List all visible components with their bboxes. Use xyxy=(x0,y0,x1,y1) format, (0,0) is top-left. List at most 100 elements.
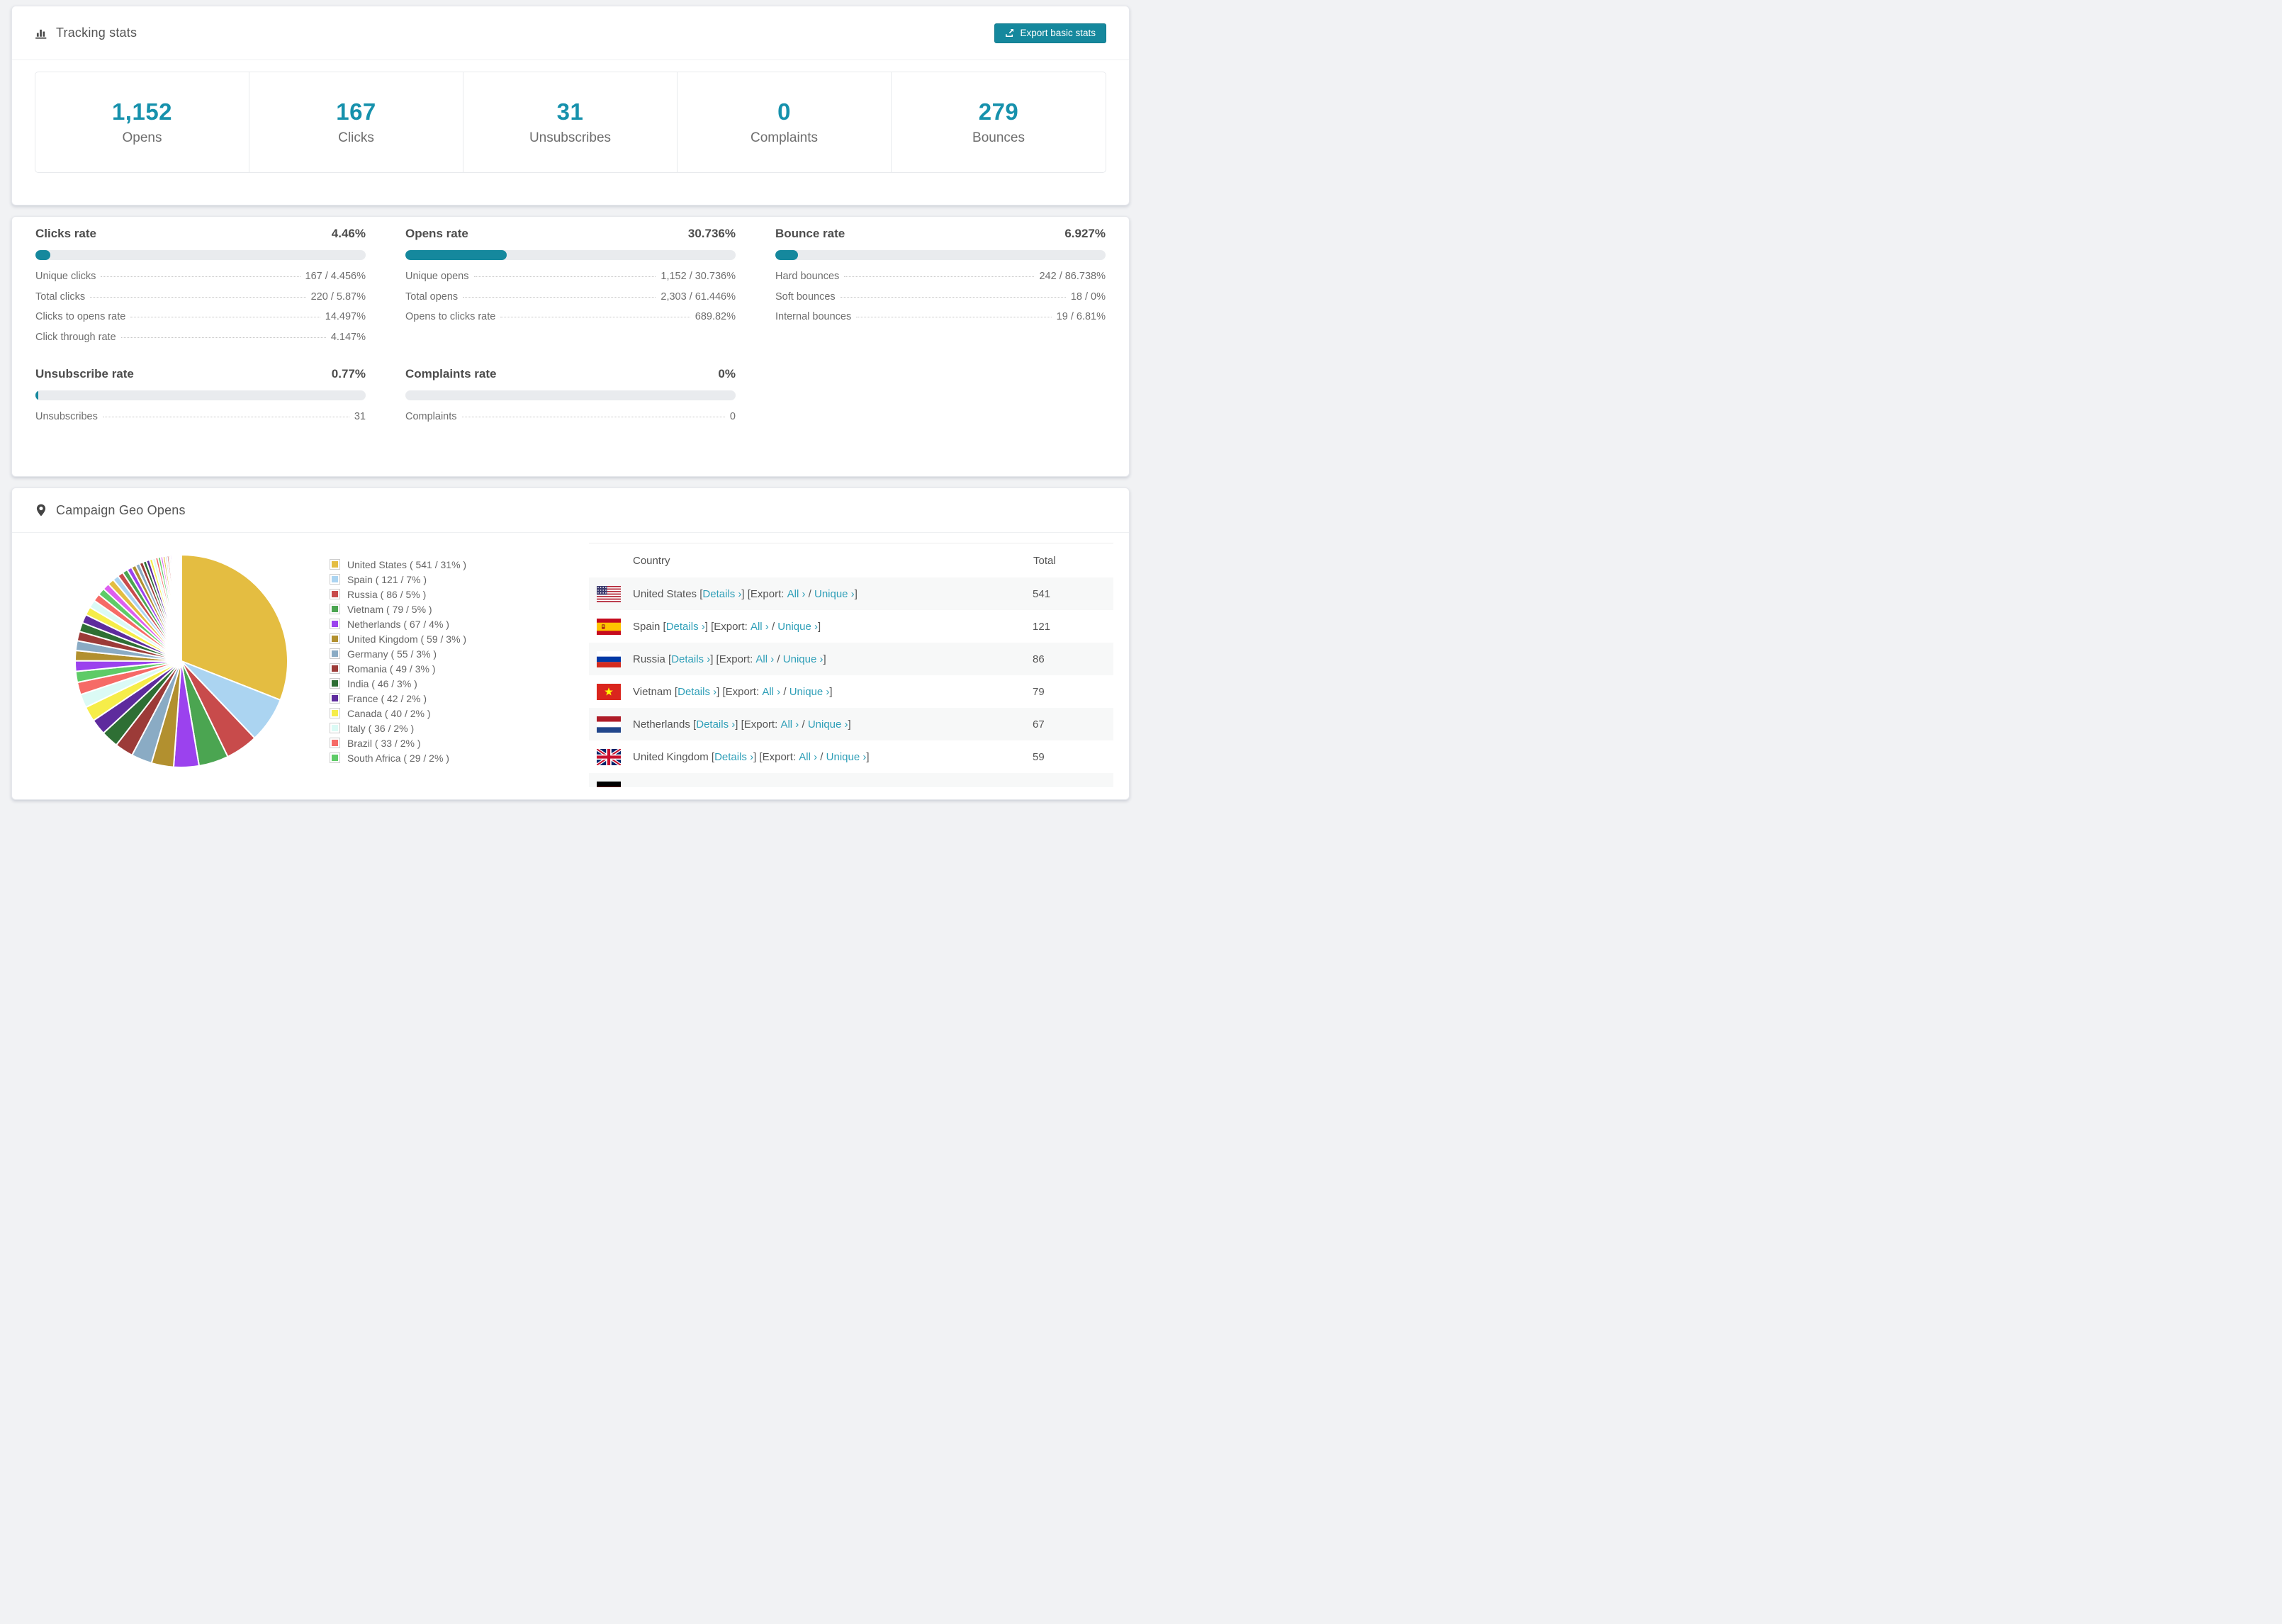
geo-table-wrap: Country Total United States [Details ›] … xyxy=(589,543,1113,787)
rate-title: Opens rate xyxy=(405,227,468,240)
rate-value: 30.736% xyxy=(687,227,736,240)
rate-detail-row: Hard bounces 242 / 86.738% xyxy=(775,271,1106,291)
country-cell: United States [Details ›] [Export: All ›… xyxy=(589,577,1033,610)
rate-detail-value: 242 / 86.738% xyxy=(1039,271,1106,282)
stat-label: Clicks xyxy=(338,130,374,145)
rates-grid: Clicks rate 4.46% Unique clicks 167 / 4.456… xyxy=(12,217,1129,432)
link-punctuation: ] [Export: xyxy=(704,620,751,633)
country-cell: Russia [Details ›] [Export: All › / Uniq… xyxy=(589,643,1033,675)
export-all-link[interactable]: All › xyxy=(787,588,806,600)
link-punctuation: ] [Export: xyxy=(716,685,763,698)
legend-swatch xyxy=(330,708,340,718)
stat-cell-bounces: 279 Bounces xyxy=(892,72,1106,172)
rate-detail-value: 31 xyxy=(354,411,366,422)
country-cell-inner: Russia [Details ›] [Export: All › / Uniq… xyxy=(589,650,1033,667)
legend-swatch xyxy=(330,633,340,644)
legend-swatch xyxy=(330,648,340,659)
legend-item: Russia ( 86 / 5% ) xyxy=(330,587,466,602)
link-punctuation: / xyxy=(768,620,778,633)
details-link[interactable]: Details › xyxy=(702,588,741,600)
export-all-link[interactable]: All › xyxy=(755,653,774,665)
rate-detail-label: Clicks to opens rate xyxy=(35,311,126,322)
rate-progress-fill xyxy=(35,250,50,260)
legend-swatch xyxy=(330,663,340,674)
rate-detail-label: Internal bounces xyxy=(775,311,852,322)
legend-label: Russia ( 86 / 5% ) xyxy=(347,588,427,600)
legend-label: United Kingdom ( 59 / 3% ) xyxy=(347,633,467,645)
dotted-leader xyxy=(840,296,1066,298)
legend-swatch xyxy=(330,589,340,599)
stat-value: 279 xyxy=(978,98,1019,125)
rate-value: 0% xyxy=(718,367,736,380)
pie-legend: United States ( 541 / 31% ) Spain ( 121 /… xyxy=(330,557,466,765)
legend-item: Italy ( 36 / 2% ) xyxy=(330,721,466,735)
rate-detail-row: Complaints 0 xyxy=(405,411,736,432)
total-cell: 121 xyxy=(1033,620,1051,633)
map-pin-icon xyxy=(35,504,47,517)
rate-detail-row: Opens to clicks rate 689.82% xyxy=(405,311,736,332)
legend-label: South Africa ( 29 / 2% ) xyxy=(347,752,449,764)
tracking-stats-header: Tracking stats Export basic stats xyxy=(12,6,1129,60)
geo-opens-card: Campaign Geo Opens United States ( 541 /… xyxy=(11,487,1130,800)
legend-item: Romania ( 49 / 3% ) xyxy=(330,661,466,676)
stat-label: Bounces xyxy=(972,130,1025,145)
rate-title: Bounce rate xyxy=(775,227,845,240)
rate-detail-value: 220 / 5.87% xyxy=(310,291,366,303)
rate-detail-label: Hard bounces xyxy=(775,271,840,282)
stat-label: Complaints xyxy=(750,130,819,145)
rate-block-opens-rate: Opens rate 30.736% Unique opens 1,152 / 30.… xyxy=(405,227,736,351)
total-cell: 79 xyxy=(1033,685,1045,698)
details-link[interactable]: Details › xyxy=(666,621,705,633)
export-unique-link[interactable]: Unique › xyxy=(814,588,855,600)
geo-table: Country Total United States [Details ›] … xyxy=(589,543,1113,787)
legend-label: Germany ( 55 / 3% ) xyxy=(347,648,437,660)
export-unique-link[interactable]: Unique › xyxy=(789,686,830,698)
stat-cell-opens: 1,152 Opens xyxy=(35,72,249,172)
export-basic-stats-button[interactable]: Export basic stats xyxy=(994,23,1106,43)
rate-detail-value: 167 / 4.456% xyxy=(305,271,366,282)
stats-summary: 1,152 Opens 167 Clicks 31 Unsubscribes 0 Compla… xyxy=(35,72,1106,173)
export-unique-link[interactable]: Unique › xyxy=(783,653,824,665)
export-unique-link[interactable]: Unique › xyxy=(826,751,867,763)
geo-opens-title: Campaign Geo Opens xyxy=(56,502,186,517)
rate-rows: Unique clicks 167 / 4.456% Total clicks 220… xyxy=(35,271,366,351)
export-unique-link[interactable]: Unique › xyxy=(777,621,818,633)
dotted-leader xyxy=(844,276,1035,277)
legend-item: Vietnam ( 79 / 5% ) xyxy=(330,602,466,616)
rate-rows: Unsubscribes 31 xyxy=(35,411,366,432)
flag-us-icon xyxy=(597,585,621,602)
link-punctuation: / xyxy=(780,685,789,698)
export-button-label: Export basic stats xyxy=(1020,28,1096,38)
export-unique-link[interactable]: Unique › xyxy=(808,718,848,731)
details-link[interactable]: Details › xyxy=(714,751,753,763)
country-name: Vietnam xyxy=(633,685,672,698)
rate-detail-value: 4.147% xyxy=(330,331,366,343)
rate-progress-bar xyxy=(775,250,1106,260)
export-all-link[interactable]: All › xyxy=(780,718,799,731)
rate-detail-value: 689.82% xyxy=(695,311,736,322)
rate-detail-row: Internal bounces 19 / 6.81% xyxy=(775,311,1106,332)
country-name: Netherlands xyxy=(633,718,690,731)
dotted-leader xyxy=(101,276,300,277)
link-punctuation: [ xyxy=(660,620,666,633)
country-name: Russia xyxy=(633,653,665,665)
export-all-link[interactable]: All › xyxy=(762,686,780,698)
details-link[interactable]: Details › xyxy=(678,686,716,698)
export-all-link[interactable]: All › xyxy=(751,621,769,633)
bar-chart-icon xyxy=(35,27,47,40)
rate-value: 0.77% xyxy=(331,367,366,380)
rate-detail-label: Complaints xyxy=(405,411,457,422)
details-link[interactable]: Details › xyxy=(696,718,735,731)
legend-label: Romania ( 49 / 3% ) xyxy=(347,662,436,675)
export-all-link[interactable]: All › xyxy=(799,751,817,763)
rate-value: 4.46% xyxy=(331,227,366,240)
legend-item: South Africa ( 29 / 2% ) xyxy=(330,750,466,765)
tracking-stats-title: Tracking stats xyxy=(56,26,137,40)
rate-progress-bar xyxy=(35,250,366,260)
legend-item: Canada ( 40 / 2% ) xyxy=(330,706,466,721)
rate-block-clicks-rate: Clicks rate 4.46% Unique clicks 167 / 4.456… xyxy=(35,227,366,351)
details-link[interactable]: Details › xyxy=(671,653,710,665)
legend-item: United States ( 541 / 31% ) xyxy=(330,557,466,572)
dotted-leader xyxy=(473,276,656,277)
legend-swatch xyxy=(330,619,340,629)
